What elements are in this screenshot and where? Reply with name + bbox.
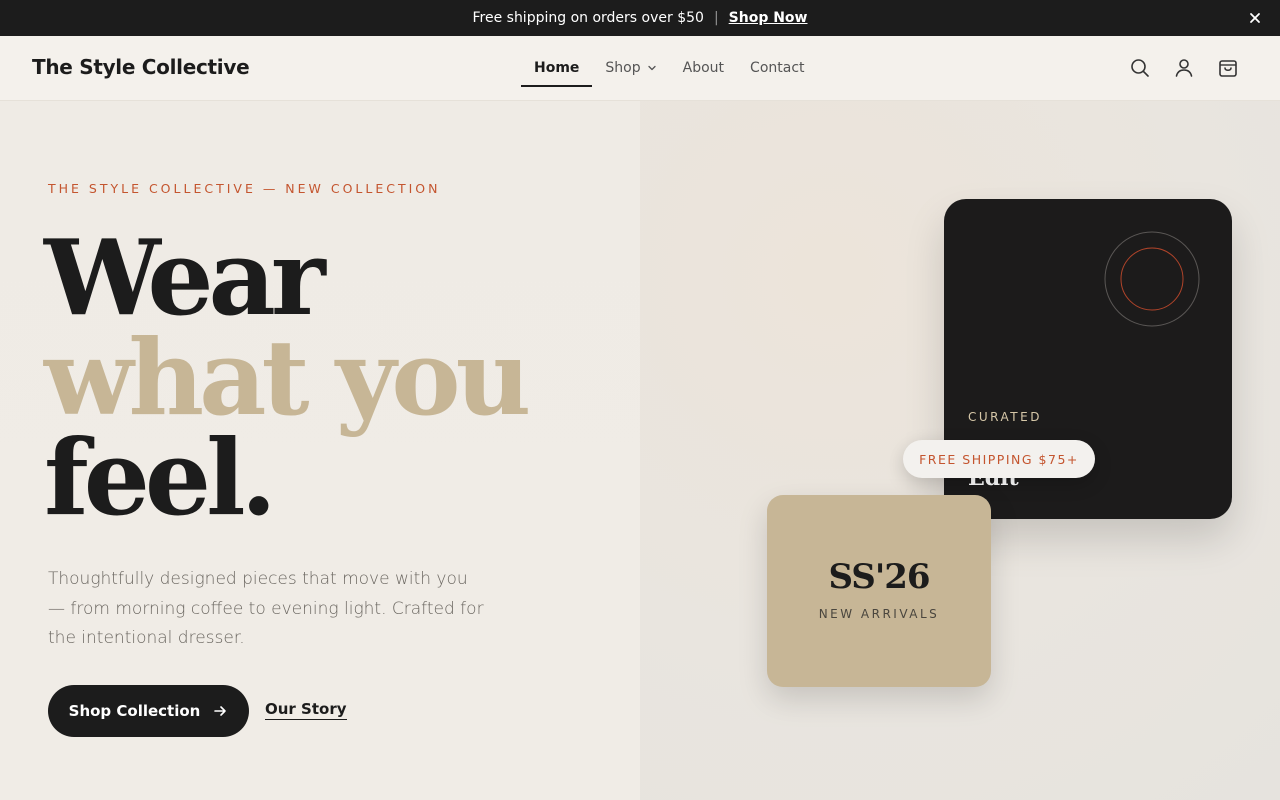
hero-subcopy: Thoughtfully designed pieces that move w…	[48, 569, 484, 648]
decorative-rings-icon	[1104, 231, 1200, 327]
free-shipping-badge: FREE SHIPPING $75+	[903, 440, 1095, 478]
arrow-right-icon	[214, 706, 227, 716]
season-title: SS'26	[828, 557, 930, 597]
hero-headline: Wear what you feel.	[44, 216, 531, 539]
site-header: The Style Collective Home Shop About Con…	[0, 36, 1280, 101]
nav-item-contact[interactable]: Contact	[737, 36, 817, 100]
shop-collection-label: Shop Collection	[68, 702, 201, 720]
announcement-bar: Free shipping on orders over $50 | Shop …	[0, 0, 1280, 36]
chevron-down-icon	[647, 65, 656, 71]
shop-now-link[interactable]: Shop Now	[729, 10, 808, 26]
nav-item-home[interactable]: Home	[521, 36, 593, 100]
hero-eyebrow: THE STYLE COLLECTIVE — NEW COLLECTION	[48, 181, 441, 196]
new-arrivals-card[interactable]: SS'26 NEW ARRIVALS	[767, 495, 991, 687]
brand-logo[interactable]: The Style Collective	[32, 55, 250, 79]
nav-item-label: Home	[534, 60, 580, 76]
cart-icon[interactable]	[1216, 56, 1240, 80]
card-label: CURATED	[968, 410, 1042, 424]
nav-item-about[interactable]: About	[670, 36, 737, 100]
nav-item-label: About	[682, 60, 725, 76]
shop-collection-button[interactable]: Shop Collection	[48, 685, 249, 737]
announcement-separator: |	[713, 10, 719, 26]
headline-line-3: feel.	[44, 416, 277, 539]
new-arrivals-label: NEW ARRIVALS	[818, 607, 940, 621]
nav-item-label: Shop	[605, 60, 641, 76]
nav-item-label: Contact	[750, 60, 805, 76]
headline-line-2: what you	[44, 316, 531, 439]
our-story-link[interactable]: Our Story	[265, 700, 347, 720]
account-icon[interactable]	[1172, 56, 1196, 80]
header-actions	[1128, 56, 1240, 80]
headline-line-1: Wear	[44, 216, 326, 339]
search-icon[interactable]	[1128, 56, 1152, 80]
close-icon[interactable]	[1246, 9, 1264, 27]
main-nav: Home Shop About Contact	[521, 36, 818, 100]
nav-item-shop[interactable]: Shop	[592, 36, 669, 100]
announcement-text: Free shipping on orders over $50	[472, 10, 704, 26]
